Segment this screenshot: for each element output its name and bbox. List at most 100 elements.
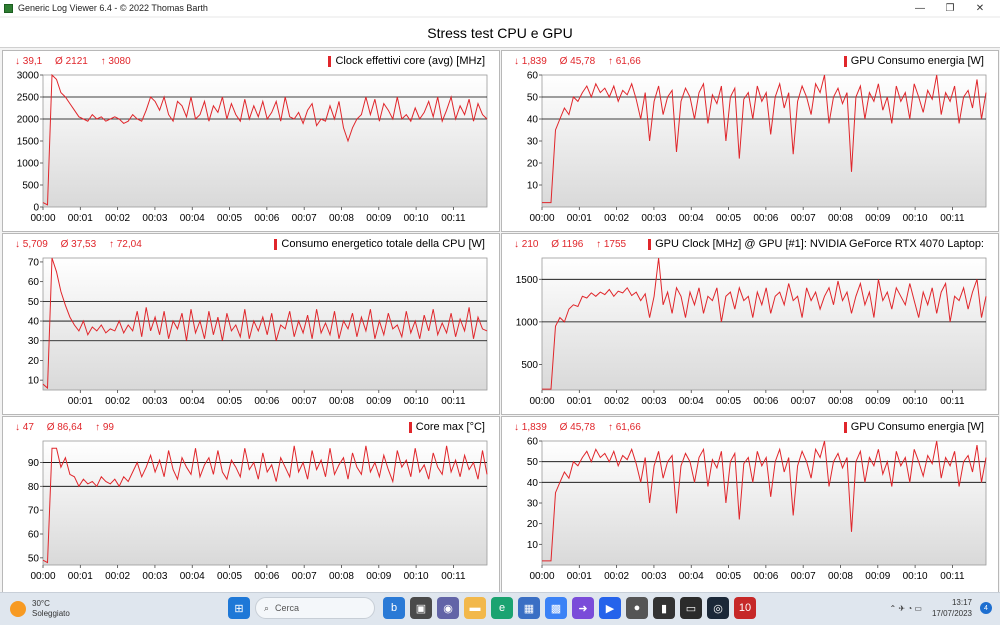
windows-start-icon[interactable]: ⊞ <box>228 597 250 619</box>
x-tick-label: 00:01 <box>68 213 93 224</box>
x-tick-label: 00:03 <box>142 571 167 582</box>
chart-svg: 10 20 30 40 50 60 00:00 00:01 00:02 00:03 00:04 00:… <box>527 437 987 582</box>
file-explorer-icon[interactable]: ▬ <box>464 597 486 619</box>
system-tray: ⌃ ✈ ◔ ▭ 13:17 17/07/2023 4 <box>889 597 992 619</box>
chart-svg: 10 20 30 40 50 60 70 00:01 00:02 00:03 00:04 00:05 0… <box>28 257 488 407</box>
y-tick-label: 10 <box>527 181 539 192</box>
x-tick-label: 00:04 <box>180 213 205 224</box>
y-tick-label: 30 <box>527 137 539 148</box>
chart-panel-cpu-power[interactable]: ↓ 5,709 Ø 37,53 ↑ 72,04 Consumo energeti… <box>2 233 500 415</box>
taskbar: 30°C Soleggiato ⊞ ⌕ Cerca b ▣ ◉ ▬ e ▦ ▩ ➜… <box>0 592 1000 625</box>
steam-app-icon[interactable]: ◎ <box>707 597 729 619</box>
x-tick-label: 00:04 <box>180 396 205 407</box>
window-title: Generic Log Viewer 6.4 - © 2022 Thomas B… <box>18 3 208 13</box>
minimize-button[interactable]: — <box>906 0 934 16</box>
log-viewer-app-icon[interactable]: 10 <box>734 597 756 619</box>
y-tick-label: 20 <box>527 519 539 530</box>
video-app-icon[interactable]: ▶ <box>599 597 621 619</box>
x-tick-label: 00:03 <box>641 396 666 407</box>
chart-panel-gpu-power-2[interactable]: ↓ 1,839 Ø 45,78 ↑ 61,66 GPU Consumo ener… <box>501 416 999 598</box>
task-view-icon[interactable]: ▣ <box>410 597 432 619</box>
chart-panel-core-temp[interactable]: ↓ 47 Ø 86,64 ↑ 99 Core max [°C] 50 60 70 80… <box>2 416 500 598</box>
x-tick-label: 00:10 <box>903 571 928 582</box>
x-tick-label: 00:10 <box>903 213 928 224</box>
x-tick-label: 00:09 <box>865 396 890 407</box>
x-tick-label: 00:01 <box>68 396 93 407</box>
x-tick-label: 00:10 <box>404 571 429 582</box>
y-tick-label: 3000 <box>17 71 40 82</box>
x-tick-label: 00:07 <box>292 396 317 407</box>
chart-svg: 500 1000 1500 00:00 00:01 00:02 00:03 00:04 00:0… <box>516 257 987 407</box>
y-tick-label: 40 <box>527 115 539 126</box>
y-tick-label: 40 <box>28 317 40 328</box>
x-tick-label: 00:09 <box>366 571 391 582</box>
x-tick-label: 00:05 <box>716 213 741 224</box>
widgets-app-icon[interactable]: ▩ <box>545 597 567 619</box>
y-tick-label: 60 <box>527 437 539 448</box>
clock-date: 17/07/2023 <box>931 609 972 618</box>
y-tick-label: 1000 <box>17 159 40 170</box>
x-tick-label: 00:09 <box>366 213 391 224</box>
y-tick-label: 500 <box>521 360 538 371</box>
sun-icon <box>10 601 26 617</box>
search-placeholder: Cerca <box>275 603 300 613</box>
log-viewer-window: Generic Log Viewer 6.4 - © 2022 Thomas B… <box>0 0 1000 598</box>
x-tick-label: 00:10 <box>903 396 928 407</box>
y-tick-label: 20 <box>28 356 40 367</box>
search-box[interactable]: ⌕ Cerca <box>255 597 375 619</box>
y-tick-label: 50 <box>527 457 539 468</box>
store-icon[interactable]: ▦ <box>518 597 540 619</box>
chart-panel-cpu-clock[interactable]: ↓ 39,1 Ø 2121 ↑ 3080 Clock effettivi cor… <box>2 50 500 232</box>
page-title: Stress test CPU e GPU <box>0 18 1000 48</box>
y-tick-label: 20 <box>527 159 539 170</box>
y-tick-label: 50 <box>527 93 539 104</box>
y-tick-label: 30 <box>527 499 539 510</box>
x-tick-label: 00:05 <box>217 213 242 224</box>
y-tick-label: 80 <box>28 482 40 493</box>
terminal-app-icon[interactable]: ▭ <box>680 597 702 619</box>
weather-widget[interactable]: 30°C Soleggiato <box>10 599 70 619</box>
close-button[interactable]: ✕ <box>966 0 994 16</box>
notification-badge[interactable]: 4 <box>980 602 992 614</box>
x-tick-label: 00:10 <box>404 213 429 224</box>
camera-app-icon[interactable]: ● <box>626 597 648 619</box>
x-tick-label: 00:00 <box>30 213 55 224</box>
teams-chat-icon[interactable]: ◉ <box>437 597 459 619</box>
x-tick-label: 00:02 <box>604 396 629 407</box>
x-tick-label: 00:04 <box>180 571 205 582</box>
weather-temp: 30°C <box>32 599 50 608</box>
x-tick-label: 00:00 <box>529 571 554 582</box>
taskbar-clock[interactable]: 13:17 17/07/2023 <box>932 597 972 619</box>
maximize-button[interactable]: ❐ <box>936 0 964 16</box>
chart-panel-gpu-clock[interactable]: ↓ 210 Ø 1196 ↑ 1755 GPU Clock [MHz] @ GP… <box>501 233 999 415</box>
x-tick-label: 00:09 <box>865 571 890 582</box>
x-tick-label: 00:03 <box>641 571 666 582</box>
x-tick-label: 00:03 <box>641 213 666 224</box>
y-tick-label: 90 <box>28 458 40 469</box>
media-app-icon[interactable]: ➜ <box>572 597 594 619</box>
x-tick-label: 00:02 <box>105 571 130 582</box>
y-tick-label: 30 <box>28 336 40 347</box>
tray-icons[interactable]: ⌃ ✈ ◔ ▭ <box>889 604 921 613</box>
x-tick-label: 00:05 <box>217 571 242 582</box>
chart-panel-gpu-power[interactable]: ↓ 1,839 Ø 45,78 ↑ 61,66 GPU Consumo ener… <box>501 50 999 232</box>
weather-desc: Soleggiato <box>32 609 70 618</box>
y-tick-label: 60 <box>28 277 40 288</box>
x-tick-label: 00:10 <box>404 396 429 407</box>
x-tick-label: 00:07 <box>791 396 816 407</box>
y-tick-label: 50 <box>28 553 40 564</box>
x-tick-label: 00:11 <box>940 213 965 224</box>
chart-svg: 10 20 30 40 50 60 00:00 00:01 00:02 00:03 00:04 00:… <box>527 71 987 224</box>
x-tick-label: 00:05 <box>716 571 741 582</box>
x-tick-label: 00:00 <box>529 396 554 407</box>
title-bar[interactable]: Generic Log Viewer 6.4 - © 2022 Thomas B… <box>0 0 1000 16</box>
sensor-app-icon[interactable]: ▮ <box>653 597 675 619</box>
x-tick-label: 00:11 <box>441 571 466 582</box>
x-tick-label: 00:02 <box>105 396 130 407</box>
edge-browser-icon[interactable]: e <box>491 597 513 619</box>
x-tick-label: 00:08 <box>329 571 354 582</box>
x-tick-label: 00:06 <box>254 571 279 582</box>
plot-area <box>541 257 987 391</box>
y-tick-label: 40 <box>527 478 539 489</box>
bing-app-icon[interactable]: b <box>383 597 405 619</box>
